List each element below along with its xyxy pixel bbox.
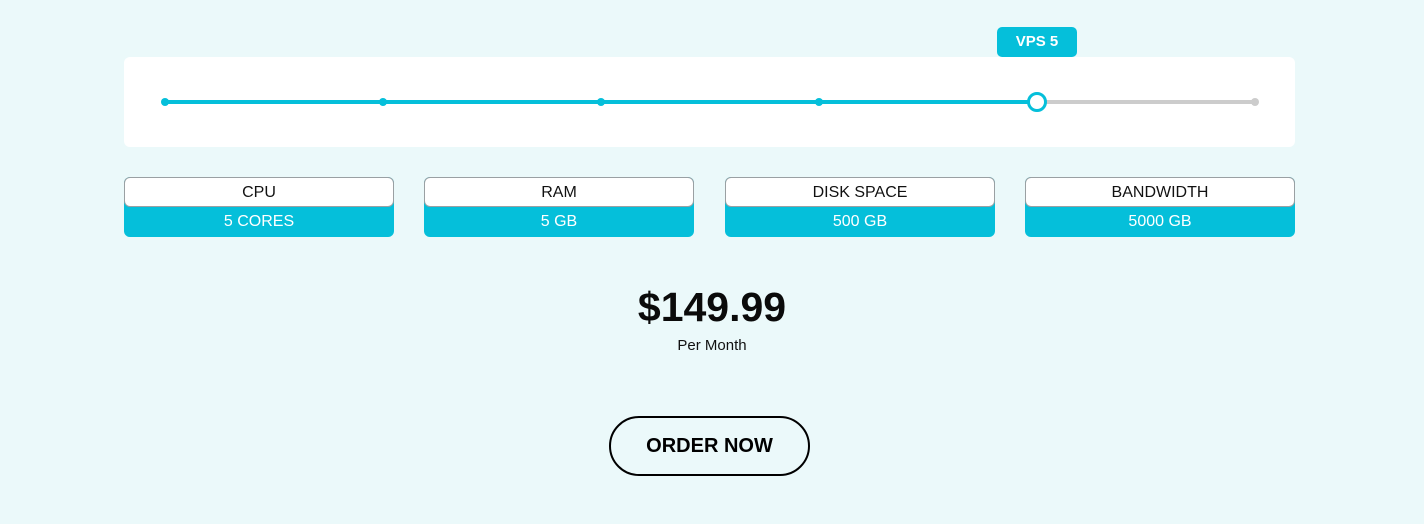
slider-step-1[interactable] — [161, 98, 169, 106]
plan-slider-card — [124, 57, 1295, 147]
price-period: Per Month — [677, 337, 747, 354]
plan-slider-track[interactable] — [161, 92, 1259, 112]
spec-label: RAM — [424, 177, 694, 207]
spec-disk-space: DISK SPACE 500 GB — [725, 177, 995, 237]
plan-tooltip-label: VPS 5 — [1015, 33, 1059, 50]
spec-value: 5 CORES — [223, 213, 295, 230]
spec-cpu: CPU 5 CORES — [124, 177, 394, 237]
spec-value: 500 GB — [832, 213, 888, 230]
spec-bandwidth: BANDWIDTH 5000 GB — [1025, 177, 1295, 237]
price-amount: $149.99 — [637, 284, 787, 330]
spec-label: CPU — [124, 177, 394, 207]
spec-label: BANDWIDTH — [1025, 177, 1295, 207]
spec-value: 5 GB — [540, 213, 578, 230]
slider-handle[interactable] — [1027, 92, 1047, 112]
spec-ram: RAM 5 GB — [424, 177, 694, 237]
slider-step-3[interactable] — [597, 98, 605, 106]
slider-step-2[interactable] — [379, 98, 387, 106]
order-now-button[interactable]: ORDER NOW — [609, 416, 810, 476]
plan-tooltip: VPS 5 — [997, 27, 1077, 67]
spec-label: DISK SPACE — [725, 177, 995, 207]
slider-step-6[interactable] — [1251, 98, 1259, 106]
spec-value: 5000 GB — [1128, 213, 1192, 230]
slider-step-4[interactable] — [815, 98, 823, 106]
